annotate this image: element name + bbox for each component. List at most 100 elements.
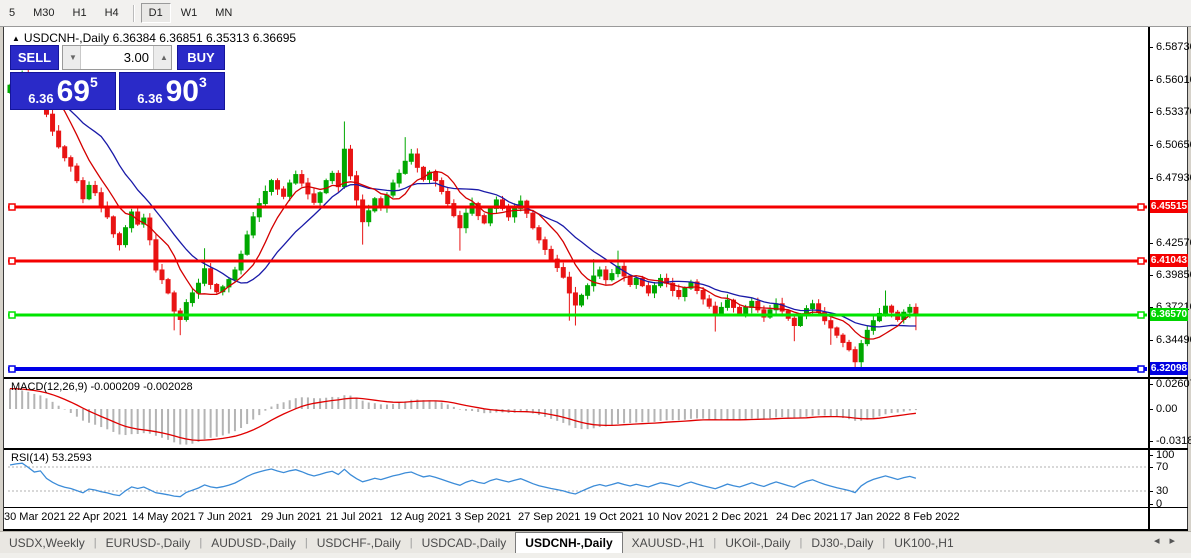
line-anchor-handle: [8, 365, 16, 373]
candle-body: [244, 234, 250, 255]
pane-divider-rsi[interactable]: [4, 448, 1188, 450]
ma-slow-line: [9, 78, 916, 328]
candle-body: [268, 180, 274, 192]
buy-button[interactable]: BUY: [177, 45, 225, 70]
timeframe-d1[interactable]: D1: [140, 3, 171, 23]
candle-body: [676, 289, 682, 298]
axis-tick-mark: [1149, 455, 1153, 456]
candle-body: [506, 207, 512, 218]
date-axis-label: 30 Mar 2021: [4, 511, 66, 523]
tab-usdcad-daily[interactable]: USDCAD-,Daily: [413, 533, 516, 553]
timeframe-w1[interactable]: W1: [173, 3, 206, 23]
timeframe-mn[interactable]: MN: [207, 3, 240, 23]
candle-body: [463, 212, 469, 229]
candle-body: [566, 276, 572, 294]
buy-price-display[interactable]: 6.36 90 3: [119, 72, 225, 110]
sell-button[interactable]: SELL: [10, 45, 59, 70]
candle-body: [603, 269, 609, 281]
line-anchor-handle: [1137, 311, 1145, 319]
chart-title: ▲ USDCNH-,Daily 6.36384 6.36851 6.35313 6…: [12, 31, 296, 45]
candle-body: [390, 182, 396, 196]
candle-body: [846, 341, 852, 351]
buy-price-pip: 3: [198, 74, 207, 90]
axis-tick-mark: [1149, 409, 1153, 410]
tab-dj30-daily[interactable]: DJ30-,Daily: [802, 533, 882, 553]
candle-body: [414, 153, 420, 168]
date-axis-label: 22 Apr 2021: [68, 511, 128, 523]
candle-body: [755, 300, 761, 311]
timeframe-h4[interactable]: H4: [97, 3, 127, 23]
volume-increase-icon[interactable]: ▲: [153, 46, 171, 69]
candle-body: [92, 184, 98, 194]
rsi-axis-label: 100: [1156, 449, 1175, 461]
tab-xauusd-h1[interactable]: XAUUSD-,H1: [623, 533, 714, 553]
tab-usdchf-daily[interactable]: USDCHF-,Daily: [308, 533, 410, 553]
candle-body: [372, 198, 378, 212]
candle-body: [86, 184, 92, 200]
candle-body: [457, 215, 463, 229]
tab-eurusd-daily[interactable]: EURUSD-,Daily: [97, 533, 200, 553]
tab-usdx-weekly[interactable]: USDX,Weekly: [0, 533, 94, 553]
candle-body: [585, 285, 591, 296]
candle-body: [98, 192, 104, 208]
candle-body: [50, 113, 56, 132]
price-tick-label: 6.50650: [1156, 139, 1191, 151]
candle-body: [214, 283, 220, 293]
candle-body: [250, 216, 256, 236]
volume-input[interactable]: [81, 46, 153, 69]
candle-body: [329, 172, 335, 182]
macd-signal-line: [9, 387, 916, 442]
axis-tick-mark: [1149, 112, 1153, 113]
axis-tick-mark: [1149, 491, 1153, 492]
candle-body: [275, 180, 281, 190]
candle-body: [74, 165, 80, 182]
sell-price-main: 69: [56, 75, 90, 108]
candle-body: [208, 268, 214, 285]
tab-uk100-h1[interactable]: UK100-,H1: [885, 533, 962, 553]
sell-price-display[interactable]: 6.36 69 5: [10, 72, 116, 110]
candle-body: [323, 180, 329, 194]
axis-tick-mark: [1149, 340, 1153, 341]
price-level-badge: 6.45515: [1150, 200, 1188, 213]
rsi-axis-label: 0: [1156, 498, 1163, 510]
candle-body: [232, 269, 238, 281]
candle-body: [366, 210, 372, 223]
candle-body: [682, 287, 688, 298]
date-axis-label: 7 Jun 2021: [198, 511, 253, 523]
candle-body: [700, 289, 706, 300]
pane-divider-macd[interactable]: [4, 377, 1188, 379]
toolbar-separator: [132, 4, 135, 22]
candle-body: [451, 203, 457, 217]
timeframe-h1[interactable]: H1: [65, 3, 95, 23]
candle-body: [189, 292, 195, 304]
tab-scroll-right-icon[interactable]: ▸: [1169, 535, 1185, 547]
timeframe-m30[interactable]: M30: [25, 3, 62, 23]
price-tick-label: 6.56010: [1156, 74, 1191, 86]
date-axis-label: 17 Jan 2022: [840, 511, 901, 523]
tab-usdcnh-daily[interactable]: USDCNH-,Daily: [515, 532, 623, 554]
candle-body: [572, 292, 578, 306]
date-axis-label: 19 Oct 2021: [584, 511, 644, 523]
candle-body: [317, 192, 323, 203]
candle-body: [864, 329, 870, 345]
timeframe-5[interactable]: 5: [1, 3, 23, 23]
axis-tick-mark: [1149, 145, 1153, 146]
date-axis-label: 3 Sep 2021: [455, 511, 512, 523]
tab-scroll-left-icon[interactable]: ◂: [1154, 535, 1170, 547]
axis-tick-mark: [1149, 243, 1153, 244]
candle-body: [262, 190, 268, 205]
tab-scroll-arrows: ◂▸: [1154, 534, 1185, 547]
candle-body: [548, 248, 554, 260]
tab-audusd-daily[interactable]: AUDUSD-,Daily: [202, 533, 305, 553]
axis-tick-mark: [1149, 504, 1153, 505]
candle-body: [743, 306, 749, 314]
volume-spinner: ▼ ▲: [62, 45, 172, 70]
frame-left: [3, 27, 4, 530]
candle-body: [62, 146, 68, 159]
candle-body: [536, 227, 542, 241]
volume-decrease-icon[interactable]: ▼: [63, 46, 81, 69]
line-anchor-handle: [8, 311, 16, 319]
collapse-panel-icon[interactable]: ▲: [12, 34, 20, 43]
candle-body: [651, 285, 657, 294]
tab-ukoil-daily[interactable]: UKOil-,Daily: [716, 533, 799, 553]
